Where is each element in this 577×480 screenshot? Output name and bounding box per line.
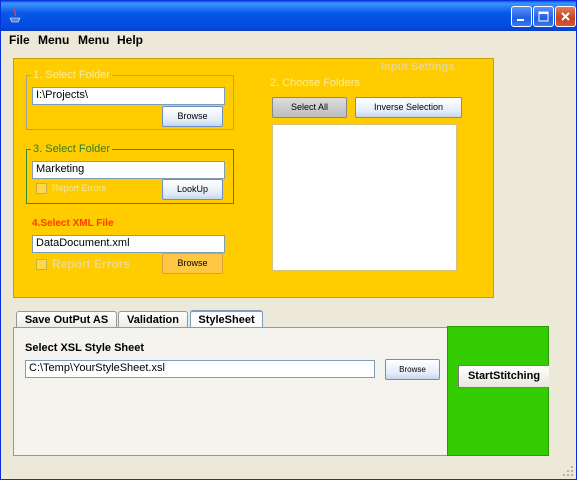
report-errors-label-1: Report Errors: [52, 183, 107, 193]
folder-1-input[interactable]: I:\Projects\: [32, 87, 225, 105]
maximize-icon: [538, 11, 549, 22]
folders-list[interactable]: [272, 124, 457, 271]
choose-folders-legend: 2. Choose Folders: [270, 77, 360, 89]
tab-validation[interactable]: Validation: [118, 311, 188, 328]
panel-title: Input Settings: [381, 61, 455, 73]
select-folder-1-legend: 1. Select Folder: [31, 69, 113, 81]
action-panel: [447, 326, 549, 456]
menu-menu-2[interactable]: Menu: [78, 33, 109, 47]
browse-folder-1-button[interactable]: Browse: [162, 106, 223, 127]
folder-3-input[interactable]: Marketing: [32, 161, 225, 179]
browse-stylesheet-button[interactable]: Browse: [385, 359, 440, 380]
report-errors-checkbox-1[interactable]: [36, 183, 47, 194]
close-icon: [561, 12, 570, 21]
minimize-button[interactable]: [511, 6, 532, 27]
menu-help[interactable]: Help: [117, 33, 143, 47]
maximize-button[interactable]: [533, 6, 554, 27]
start-stitching-button[interactable]: StartStitching: [458, 365, 549, 388]
menu-bar: File Menu Menu Help: [1, 31, 576, 51]
lookup-button[interactable]: LookUp: [162, 179, 223, 200]
close-button[interactable]: [555, 6, 576, 27]
menu-menu-1[interactable]: Menu: [38, 33, 69, 47]
java-icon: [9, 8, 21, 23]
tab-save-output[interactable]: Save OutPut AS: [16, 311, 117, 328]
resize-grip-icon[interactable]: [562, 465, 574, 477]
menu-file[interactable]: File: [9, 33, 30, 47]
select-xml-legend: 4.Select XML File: [30, 218, 116, 229]
xsl-label: Select XSL Style Sheet: [25, 342, 145, 354]
select-folder-3-legend: 3. Select Folder: [31, 143, 113, 155]
xml-file-input[interactable]: DataDocument.xml: [32, 235, 225, 253]
minimize-icon: [517, 19, 524, 21]
app-window: File Menu Menu Help Input Settings 1. Se…: [0, 0, 577, 480]
report-errors-label-2: Report Errors: [52, 257, 131, 271]
inverse-selection-button[interactable]: Inverse Selection: [355, 97, 462, 118]
browse-xml-button[interactable]: Browse: [162, 253, 223, 274]
report-errors-checkbox-2[interactable]: [36, 259, 47, 270]
select-all-button[interactable]: Select All: [272, 97, 347, 118]
title-bar[interactable]: [1, 1, 576, 31]
stylesheet-input[interactable]: C:\Temp\YourStyleSheet.xsl: [25, 360, 375, 378]
